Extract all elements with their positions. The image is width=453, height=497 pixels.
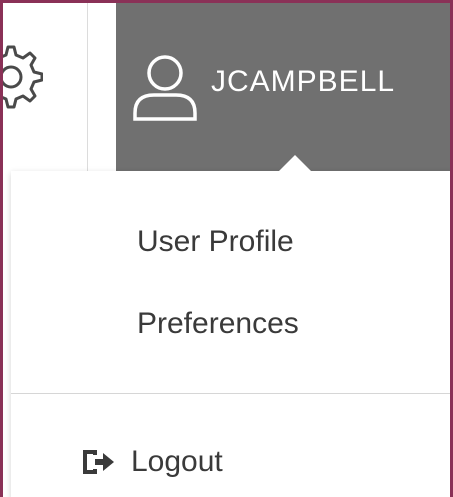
menu-item-user-profile[interactable]: User Profile <box>137 225 294 259</box>
gear-icon[interactable] <box>0 41 43 111</box>
dropdown-caret <box>277 155 313 173</box>
menu-divider <box>11 393 450 394</box>
logout-icon <box>83 450 114 474</box>
user-icon <box>133 55 197 121</box>
user-dropdown-menu: User Profile Preferences Logout <box>11 155 450 497</box>
header-divider <box>87 3 88 171</box>
user-menu-toggle[interactable]: JCAMPBELL <box>116 3 450 171</box>
username-label[interactable]: JCAMPBELL <box>211 65 395 99</box>
menu-item-preferences[interactable]: Preferences <box>137 307 299 341</box>
logout-button[interactable]: Logout <box>81 445 223 479</box>
app-frame: JCAMPBELL User Profile Preferences Logou… <box>0 0 453 497</box>
logout-label: Logout <box>131 445 223 478</box>
settings-area[interactable] <box>3 3 87 171</box>
